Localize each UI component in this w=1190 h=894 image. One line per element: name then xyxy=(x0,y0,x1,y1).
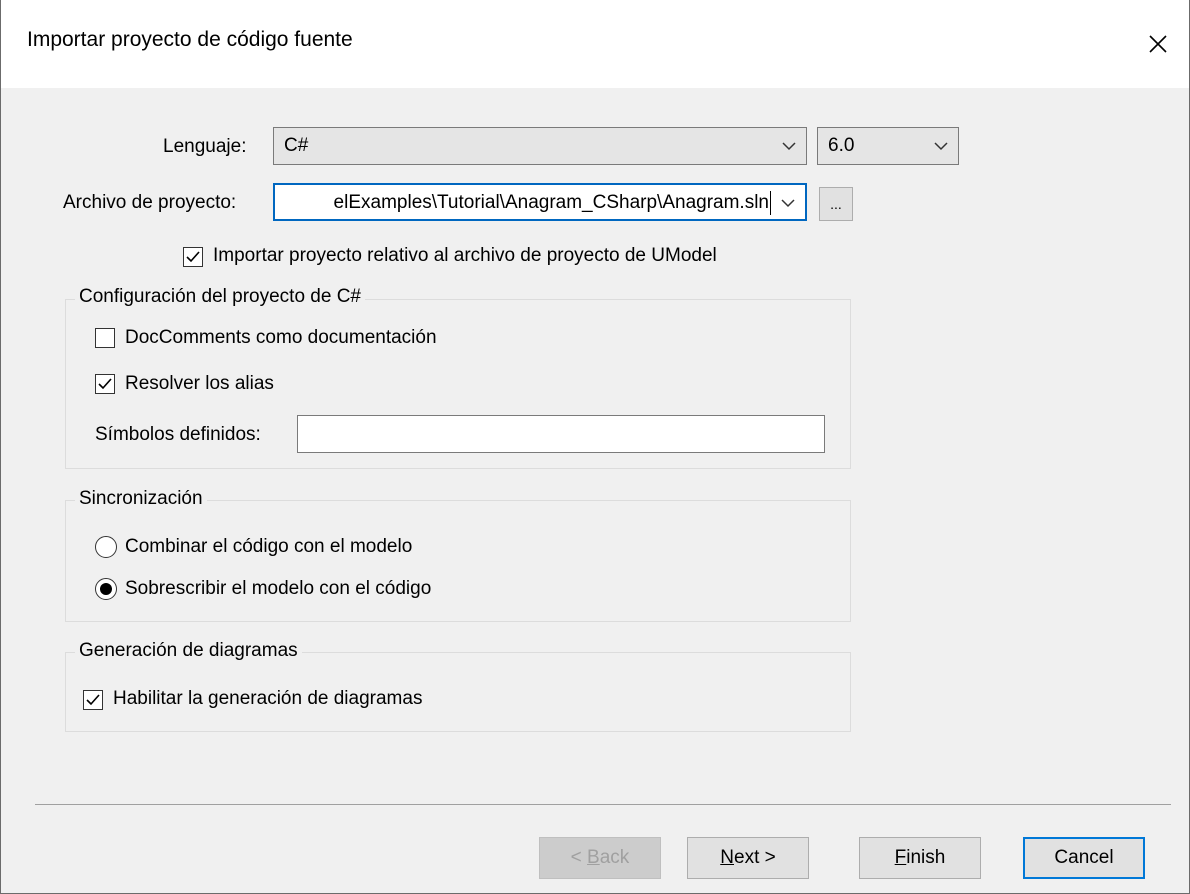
sync-group xyxy=(65,500,851,622)
chevron-down-icon xyxy=(934,142,948,151)
checkmark-icon xyxy=(86,694,100,706)
sync-title: Sincronización xyxy=(75,488,207,510)
close-button[interactable] xyxy=(1127,0,1189,88)
checkmark-icon xyxy=(186,251,200,263)
relative-import-label: Importar proyecto relativo al archivo de… xyxy=(213,245,717,266)
merge-radio[interactable] xyxy=(95,536,117,558)
project-file-label: Archivo de proyecto: xyxy=(63,192,237,213)
language-version-dropdown[interactable]: 6.0 xyxy=(817,127,959,165)
footer-separator xyxy=(35,804,1171,805)
merge-label: Combinar el código con el modelo xyxy=(125,536,413,557)
cancel-button[interactable]: Cancel xyxy=(1023,837,1145,879)
browse-button[interactable]: ... xyxy=(819,187,853,221)
back-prefix: < xyxy=(570,847,588,868)
language-label: Lenguaje: xyxy=(163,136,247,157)
next-rest: ext > xyxy=(734,847,776,868)
finish-button[interactable]: Finish xyxy=(859,837,981,879)
enable-diagrams-checkbox[interactable] xyxy=(83,690,103,710)
back-rest: ack xyxy=(599,847,630,868)
back-button[interactable]: < Back xyxy=(539,837,661,879)
doccomments-label: DocComments como documentación xyxy=(125,327,437,348)
chevron-down-icon xyxy=(782,142,796,151)
resolve-alias-label: Resolver los alias xyxy=(125,373,274,394)
overwrite-label: Sobrescribir el modelo con el código xyxy=(125,578,432,599)
project-file-combobox[interactable]: elExamples\Tutorial\Anagram_CSharp\Anagr… xyxy=(273,183,807,221)
resolve-alias-checkbox[interactable] xyxy=(95,374,115,394)
title-bar: Importar proyecto de código fuente xyxy=(1,0,1189,88)
chevron-down-icon[interactable] xyxy=(779,194,797,212)
diagrams-title: Generación de diagramas xyxy=(75,640,302,662)
defined-symbols-input[interactable] xyxy=(297,415,825,453)
language-dropdown[interactable]: C# xyxy=(273,127,807,165)
overwrite-radio[interactable] xyxy=(95,578,117,600)
csharp-settings-title: Configuración del proyecto de C# xyxy=(75,286,366,308)
finish-mnemonic: F xyxy=(894,847,907,868)
language-version-value: 6.0 xyxy=(828,135,855,156)
import-source-project-dialog: Importar proyecto de código fuente Lengu… xyxy=(0,0,1190,894)
enable-diagrams-label: Habilitar la generación de diagramas xyxy=(113,688,423,709)
next-button[interactable]: Next > xyxy=(687,837,809,879)
close-icon xyxy=(1149,35,1167,53)
finish-rest: inish xyxy=(906,847,946,868)
doccomments-checkbox[interactable] xyxy=(95,328,115,348)
checkmark-icon xyxy=(98,378,112,390)
text-caret xyxy=(770,191,771,215)
project-file-input[interactable]: elExamples\Tutorial\Anagram_CSharp\Anagr… xyxy=(334,192,769,214)
relative-import-checkbox[interactable] xyxy=(183,247,203,267)
dialog-title: Importar proyecto de código fuente xyxy=(27,28,353,51)
back-mnemonic: B xyxy=(587,847,600,868)
radio-selected-dot xyxy=(100,583,112,595)
language-value: C# xyxy=(284,135,309,156)
next-mnemonic: N xyxy=(720,847,734,868)
defined-symbols-label: Símbolos definidos: xyxy=(95,424,261,445)
